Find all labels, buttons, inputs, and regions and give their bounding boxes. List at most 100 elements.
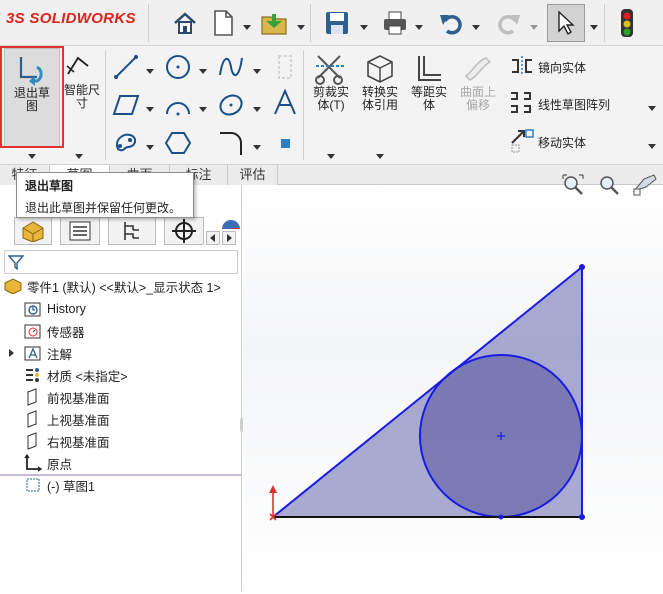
expand-annotations-icon[interactable]: [8, 347, 16, 361]
polygon-icon[interactable]: [163, 128, 193, 158]
tabs-scroll-right-icon[interactable]: [222, 231, 236, 245]
save-icon[interactable]: [320, 6, 354, 40]
tree-item-right-plane[interactable]: 右视基准面: [24, 430, 110, 452]
redo-dropdown-icon[interactable]: [530, 20, 538, 30]
exit-sketch-dropdown-icon[interactable]: [28, 149, 36, 159]
crosshair-icon: [172, 219, 196, 243]
linear-pattern-dropdown-icon[interactable]: [648, 101, 656, 111]
tree-item-history[interactable]: History: [24, 298, 86, 320]
fillet-dropdown-icon[interactable]: [253, 140, 261, 150]
tabs-scroll-left-icon[interactable]: [206, 231, 220, 245]
offset-on-surface-button[interactable]: 曲面上 偏移: [454, 50, 502, 130]
slot-dropdown-icon[interactable]: [146, 140, 154, 150]
new-dropdown-icon[interactable]: [243, 20, 251, 30]
tree-item-label: 材质 <未指定>: [47, 369, 128, 384]
circle-dropdown-icon[interactable]: [199, 64, 207, 74]
tree-item-label: 传感器: [47, 325, 85, 340]
tooltip-title: 退出草图: [25, 179, 74, 193]
offset-surface-icon: [462, 52, 494, 89]
display-pane-icon[interactable]: [222, 215, 240, 229]
smart-dimension-dropdown-icon[interactable]: [75, 149, 83, 159]
move-dropdown-icon[interactable]: [648, 139, 656, 149]
filter-icon: [8, 255, 24, 270]
trim-entities-button[interactable]: 剪裁实 体(T): [308, 50, 354, 130]
open-dropdown-icon[interactable]: [297, 20, 305, 30]
tab-evaluate[interactable]: 评估: [228, 165, 278, 185]
redo-icon[interactable]: [492, 6, 526, 40]
sketch-icon: [24, 476, 42, 494]
zoom-to-fit-icon[interactable]: [560, 172, 586, 198]
mirror-entities-button[interactable]: 镜向实体: [508, 54, 658, 80]
title-bar: 3S SOLIDWORKS: [0, 0, 663, 46]
save-dropdown-icon[interactable]: [360, 20, 368, 30]
tree-item-annotations[interactable]: 注解: [24, 342, 72, 364]
smart-dimension-button[interactable]: 智能尺 寸: [60, 48, 104, 128]
line-icon[interactable]: [111, 52, 141, 82]
exit-sketch-highlight: [0, 46, 64, 148]
select-dropdown-icon[interactable]: [590, 20, 598, 30]
mirror-icon: [508, 54, 538, 81]
convert-dropdown-icon[interactable]: [376, 149, 384, 159]
vertex-point[interactable]: [579, 514, 585, 520]
property-list-icon: [69, 221, 91, 241]
linear-pattern-button[interactable]: 线性草图阵列: [508, 90, 658, 118]
tree-item-top-plane[interactable]: 上视基准面: [24, 408, 110, 430]
spline-dropdown-icon[interactable]: [253, 64, 261, 74]
slot-icon[interactable]: [111, 128, 141, 158]
feature-tree-icon: [22, 221, 44, 242]
graphics-area[interactable]: [243, 185, 663, 591]
property-manager-tab[interactable]: [60, 217, 100, 245]
convert-entities-icon: [364, 52, 396, 89]
text-icon[interactable]: [270, 88, 300, 118]
plane-icon: [24, 432, 42, 450]
undo-dropdown-icon[interactable]: [472, 20, 480, 30]
dimxpert-tab[interactable]: [164, 217, 204, 245]
undo-icon[interactable]: [434, 6, 468, 40]
configuration-manager-tab[interactable]: [108, 217, 156, 245]
offset-entities-icon: [413, 52, 445, 89]
ellipse-icon[interactable]: [216, 90, 246, 120]
move-icon: [508, 127, 538, 158]
rectangle-dropdown-icon[interactable]: [146, 102, 154, 112]
sketch-fillet-icon[interactable]: [216, 128, 246, 158]
home-icon[interactable]: [168, 6, 202, 40]
zoom-to-area-icon[interactable]: [596, 172, 622, 198]
print-icon[interactable]: [378, 6, 412, 40]
feature-manager-tab[interactable]: [14, 217, 52, 245]
new-document-icon[interactable]: [206, 6, 240, 40]
move-label: 移动实体: [538, 135, 587, 150]
tangent-point[interactable]: [498, 514, 504, 520]
rectangle-icon[interactable]: [111, 90, 141, 120]
circle-icon[interactable]: [163, 52, 193, 82]
previous-view-icon[interactable]: [632, 172, 658, 198]
tree-item-sensors[interactable]: 传感器: [24, 320, 85, 342]
rebuild-traffic-light-icon[interactable]: [610, 6, 644, 40]
history-folder-icon: [24, 300, 42, 318]
tree-item-label: 原点: [47, 457, 73, 472]
tree-item-label: History: [47, 302, 86, 316]
ellipse-dropdown-icon[interactable]: [253, 102, 261, 112]
tree-root-label: 零件1 (默认) <<默认>_显示状态 1>: [27, 280, 221, 295]
spline-icon[interactable]: [216, 52, 246, 82]
tree-item-sketch1[interactable]: (-) 草图1: [24, 474, 95, 496]
arc-icon[interactable]: [163, 90, 193, 120]
command-manager: 退出草 图 智能尺 寸 剪裁实 体(T) 转换实 体引用 等距实 体 曲面上 偏…: [0, 46, 663, 165]
tree-item-material[interactable]: 材质 <未指定>: [24, 364, 128, 386]
print-dropdown-icon[interactable]: [415, 20, 423, 30]
tree-item-origin[interactable]: 原点: [24, 452, 72, 474]
arc-dropdown-icon[interactable]: [199, 102, 207, 112]
vertex-point[interactable]: [579, 264, 585, 270]
line-dropdown-icon[interactable]: [146, 64, 154, 74]
point-icon[interactable]: [270, 128, 300, 158]
move-entities-button[interactable]: 移动实体: [508, 128, 658, 156]
filter-bar[interactable]: [4, 250, 238, 274]
convert-entities-button[interactable]: 转换实 体引用: [356, 50, 404, 130]
tree-item-label: 注解: [47, 347, 73, 362]
offset-entities-button[interactable]: 等距实 体: [406, 50, 452, 130]
open-folder-icon[interactable]: [258, 6, 292, 40]
tree-item-front-plane[interactable]: 前视基准面: [24, 386, 110, 408]
select-pointer-button[interactable]: [547, 4, 585, 42]
trim-dropdown-icon[interactable]: [327, 149, 335, 159]
sketch-canvas: [269, 264, 585, 521]
tree-root-part[interactable]: 零件1 (默认) <<默认>_显示状态 1>: [4, 275, 221, 297]
